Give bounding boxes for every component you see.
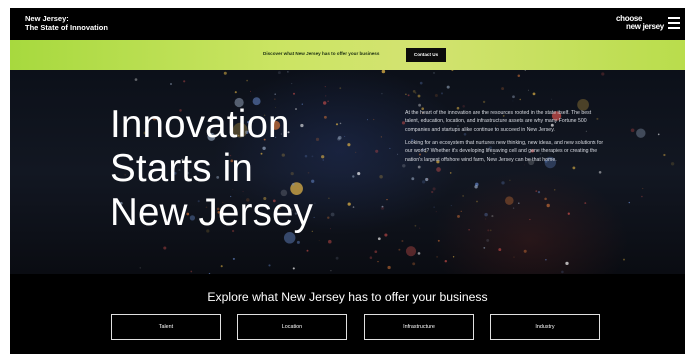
hero-title-line2: Starts in [110, 147, 254, 190]
hero-title-line1: Innovation [110, 103, 290, 146]
hero-copy: At the heart of the innovation are the r… [405, 109, 605, 169]
choose-new-jersey-logo[interactable]: choose new jersey [616, 15, 664, 31]
talent-button[interactable]: Talent [111, 314, 221, 340]
hero-section: Innovation Starts in New Jersey At the h… [10, 70, 685, 274]
contact-us-button[interactable]: Contact Us [406, 48, 446, 62]
infrastructure-button[interactable]: Infrastructure [364, 314, 474, 340]
explore-section: Explore what New Jersey has to offer you… [10, 274, 685, 354]
hero-paragraph-2: Looking for an ecosystem that nurtures n… [405, 139, 604, 163]
page: New Jersey: The State of Innovation choo… [10, 8, 685, 354]
hamburger-menu-icon[interactable] [668, 17, 680, 29]
hero-title-line3: New Jersey [110, 191, 314, 234]
banner-text: Discover what New Jersey has to offer yo… [263, 51, 380, 56]
site-title-line2: The State of Innovation [25, 23, 108, 32]
logo-line2: new jersey [626, 22, 664, 31]
location-button[interactable]: Location [237, 314, 347, 340]
industry-button[interactable]: Industry [490, 314, 600, 340]
site-title[interactable]: New Jersey: The State of Innovation [25, 14, 108, 32]
explore-title: Explore what New Jersey has to offer you… [207, 290, 488, 304]
site-title-line1: New Jersey: [25, 14, 69, 23]
site-header: New Jersey: The State of Innovation choo… [10, 8, 685, 40]
category-buttons: Talent Location Infrastructure Industry [111, 314, 600, 340]
hero-paragraph-1: At the heart of the innovation are the r… [405, 110, 592, 133]
hero-title: Innovation Starts in New Jersey [110, 103, 313, 235]
promo-banner: Discover what New Jersey has to offer yo… [10, 40, 685, 70]
